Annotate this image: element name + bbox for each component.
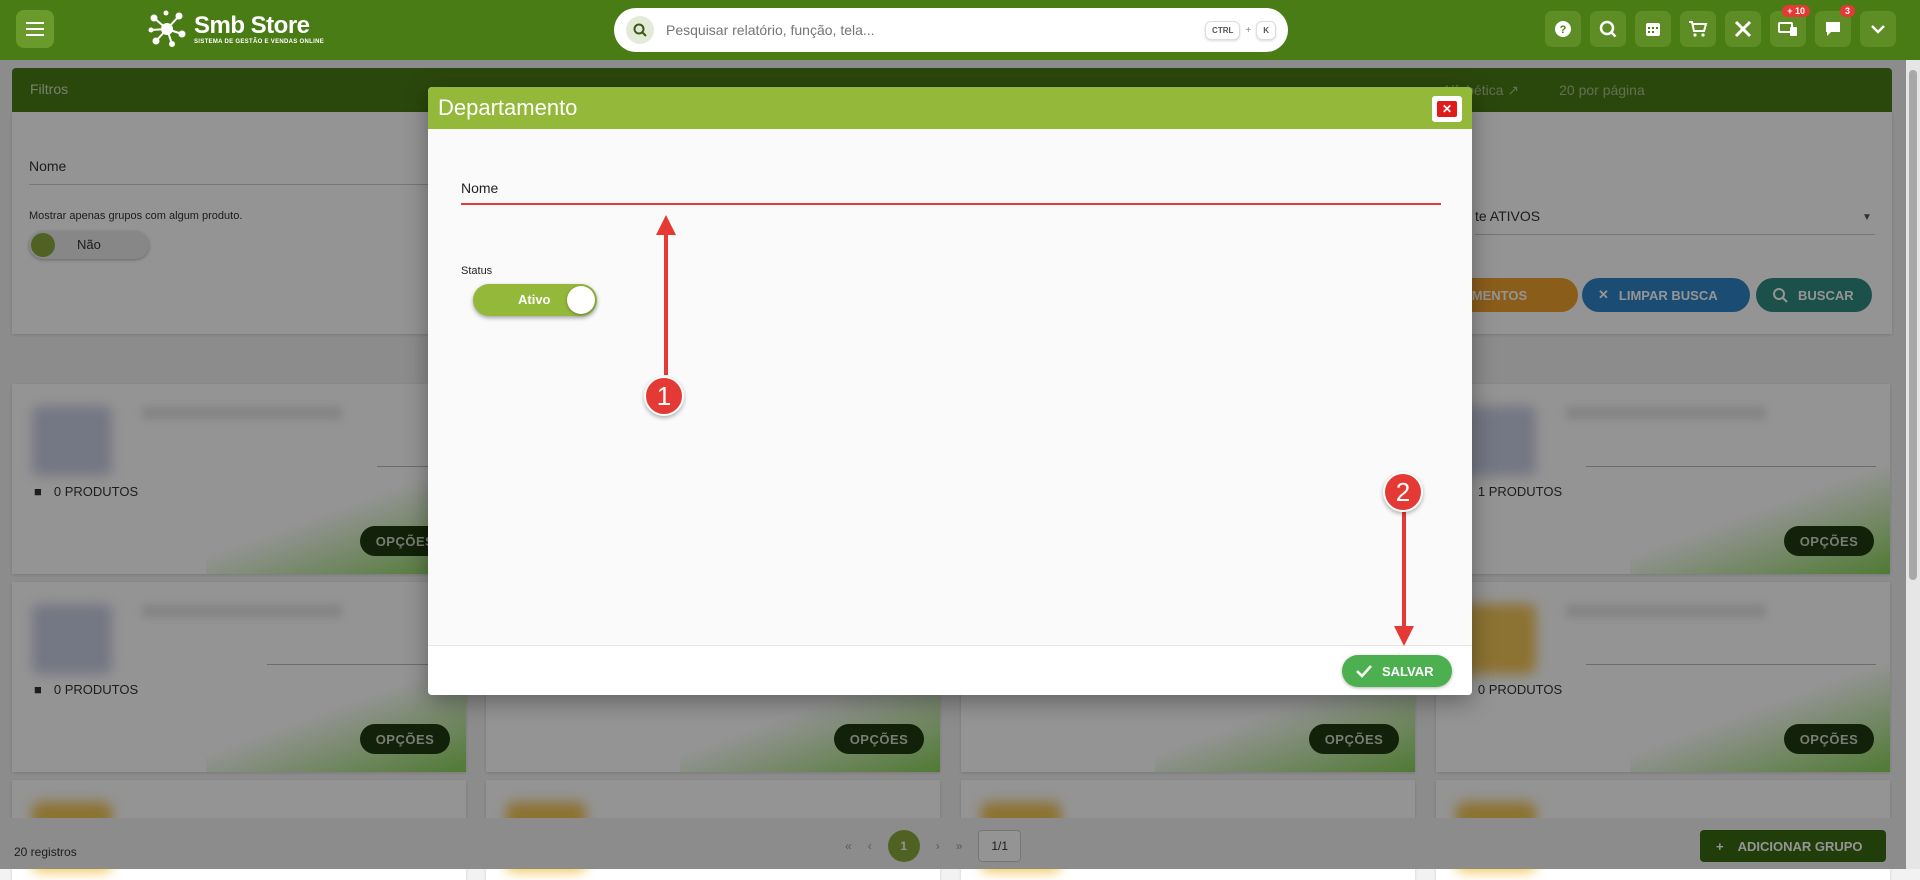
- help-icon: ?: [1555, 21, 1571, 37]
- annotation-marker-1: 1: [644, 376, 684, 416]
- brand-logo[interactable]: Smb Store SISTEMA DE GESTÃO E VENDAS ONL…: [146, 8, 324, 50]
- annotation-marker-2: 2: [1383, 472, 1423, 512]
- search-input[interactable]: [666, 22, 1206, 38]
- save-button[interactable]: SALVAR: [1342, 655, 1452, 687]
- menu-icon: [26, 22, 44, 36]
- modal-title: Departamento: [438, 95, 578, 120]
- shortcut-plus: +: [1245, 24, 1252, 36]
- scrollbar-thumb[interactable]: [1909, 70, 1917, 580]
- modal-close-button[interactable]: ✕: [1432, 96, 1462, 122]
- status-toggle-label: Ativo: [518, 292, 551, 307]
- messages-badge: 3: [1839, 5, 1855, 17]
- hamburger-menu-button[interactable]: [16, 10, 54, 48]
- screens-icon: [1778, 22, 1797, 36]
- search-icon: [626, 16, 654, 44]
- brand-tagline: SISTEMA DE GESTÃO E VENDAS ONLINE: [194, 39, 325, 45]
- chevron-down-icon: [1871, 25, 1885, 34]
- chat-button[interactable]: 3: [1815, 5, 1855, 47]
- close-icon: ✕: [1437, 101, 1457, 117]
- toggle-knob: [567, 286, 595, 314]
- notifications-badge: + 10: [1782, 5, 1810, 17]
- shortcut-k-key: K: [1256, 20, 1276, 40]
- save-button-label: SALVAR: [1382, 663, 1434, 679]
- name-field-label: Nome: [461, 180, 499, 196]
- zoom-search-button[interactable]: [1590, 11, 1626, 47]
- check-icon: [1356, 665, 1372, 678]
- brand-name: Smb Store: [194, 12, 310, 39]
- svg-text:?: ?: [1560, 24, 1567, 36]
- cart-icon: [1689, 21, 1708, 37]
- global-search[interactable]: CTRL + K: [614, 8, 1288, 52]
- logo-network-icon: [148, 10, 186, 47]
- user-menu-button[interactable]: [1860, 11, 1896, 47]
- calendar-icon: [1646, 23, 1660, 36]
- tools-button[interactable]: [1725, 11, 1761, 47]
- modal-header: Departamento: [428, 87, 1472, 129]
- cart-button[interactable]: [1680, 11, 1716, 47]
- name-field[interactable]: [461, 203, 1441, 205]
- zoom-search-icon: [1599, 20, 1617, 38]
- calendar-button[interactable]: [1635, 11, 1671, 47]
- top-bar: Smb Store SISTEMA DE GESTÃO E VENDAS ONL…: [0, 0, 1920, 60]
- footer-backdrop: [0, 818, 1906, 869]
- modal-footer: SALVAR: [428, 645, 1472, 695]
- chat-icon: [1826, 22, 1840, 36]
- help-button[interactable]: ?: [1545, 11, 1581, 47]
- screens-button[interactable]: + 10: [1770, 5, 1810, 47]
- page-scrollbar[interactable]: [1906, 60, 1920, 869]
- status-toggle[interactable]: Ativo: [473, 284, 597, 316]
- tools-icon: [1734, 20, 1752, 38]
- department-modal: Departamento ✕ Nome Status Ativo SALVAR: [428, 87, 1472, 695]
- status-label: Status: [461, 265, 493, 277]
- shortcut-ctrl-key: CTRL: [1205, 20, 1241, 40]
